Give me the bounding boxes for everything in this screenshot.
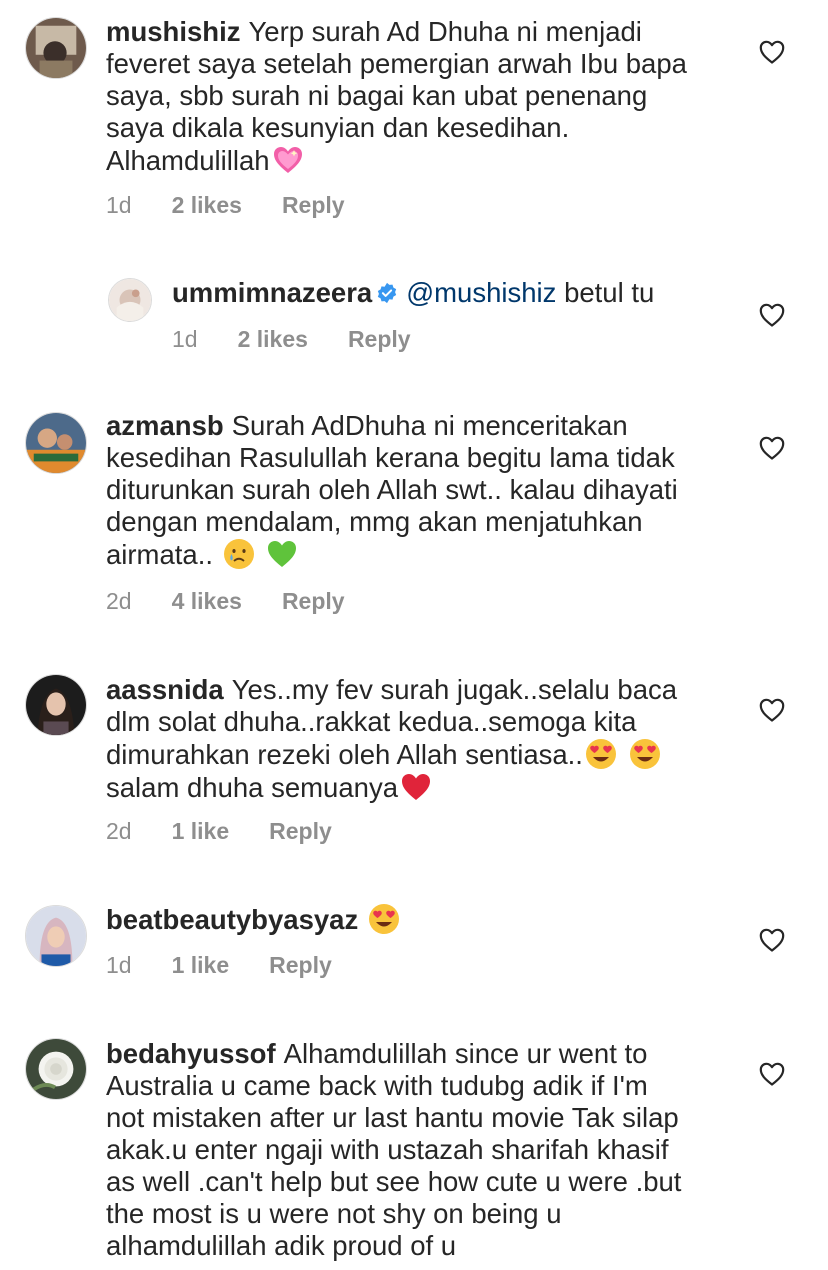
likes-count[interactable]: 1 like <box>172 952 230 979</box>
heart-eyes-emoji <box>585 738 617 770</box>
comment-time[interactable]: 2d <box>106 588 132 615</box>
comment-body: bedahyussof Alhamdulillah since ur went t… <box>106 1038 736 1262</box>
comment-body: azmansb Surah AdDhuha ni menceritakan kes… <box>106 410 736 571</box>
like-heart-icon[interactable] <box>759 1062 785 1086</box>
like-heart-icon[interactable] <box>759 928 785 952</box>
comment-text: betul tu <box>564 277 655 308</box>
avatar[interactable] <box>25 1038 87 1100</box>
comment-body: ummimnazeera @mushishiz betul tu <box>172 277 732 309</box>
avatar[interactable] <box>25 905 87 967</box>
crying-face-emoji <box>223 538 255 570</box>
comment-username[interactable]: ummimnazeera <box>172 277 372 308</box>
comment-meta: 2d 4 likes Reply <box>106 588 345 615</box>
reply-button[interactable]: Reply <box>348 326 411 353</box>
comment-username[interactable]: azmansb <box>106 410 224 441</box>
comment-text: Alhamdulillah since ur went to Australia… <box>106 1038 682 1261</box>
comment-username[interactable]: mushishiz <box>106 16 240 47</box>
avatar[interactable] <box>25 674 87 736</box>
comment-time[interactable]: 1d <box>106 192 132 219</box>
comment-time[interactable]: 2d <box>106 818 132 845</box>
comment-username[interactable]: bedahyussof <box>106 1038 276 1069</box>
red-heart-emoji <box>400 771 432 803</box>
likes-count[interactable]: 4 likes <box>172 588 242 615</box>
reply-button[interactable]: Reply <box>269 818 332 845</box>
heart-eyes-emoji <box>629 738 661 770</box>
likes-count[interactable]: 1 like <box>172 818 230 845</box>
comment-body: beatbeautybyasyaz <box>106 903 736 936</box>
sparkling-heart-emoji <box>272 144 304 176</box>
like-heart-icon[interactable] <box>759 698 785 722</box>
like-heart-icon[interactable] <box>759 40 785 64</box>
comment-username[interactable]: aassnida <box>106 674 224 705</box>
green-heart-emoji <box>266 538 298 570</box>
verified-badge-icon <box>376 282 398 304</box>
comment-meta: 2d 1 like Reply <box>106 818 332 845</box>
comment-username[interactable]: beatbeautybyasyaz <box>106 904 358 935</box>
reply-button[interactable]: Reply <box>282 192 345 219</box>
comment-body: aassnida Yes..my fev surah jugak..selalu … <box>106 674 736 804</box>
comment-meta: 1d 2 likes Reply <box>172 326 411 353</box>
likes-count[interactable]: 2 likes <box>172 192 242 219</box>
reply-button[interactable]: Reply <box>269 952 332 979</box>
comment-meta: 1d 1 like Reply <box>106 952 332 979</box>
heart-eyes-emoji <box>368 903 400 935</box>
avatar[interactable] <box>25 17 87 79</box>
avatar[interactable] <box>25 412 87 474</box>
comment-time[interactable]: 1d <box>172 326 198 353</box>
reply-button[interactable]: Reply <box>282 588 345 615</box>
mention-link[interactable]: @mushishiz <box>406 277 556 308</box>
likes-count[interactable]: 2 likes <box>238 326 308 353</box>
comment-text-line: salam dhuha semuanya <box>106 772 398 803</box>
like-heart-icon[interactable] <box>759 303 785 327</box>
comment-body: mushishiz Yerp surah Ad Dhuha ni menjadi … <box>106 16 736 177</box>
comment-time[interactable]: 1d <box>106 952 132 979</box>
comment-meta: 1d 2 likes Reply <box>106 192 345 219</box>
avatar[interactable] <box>108 278 152 322</box>
like-heart-icon[interactable] <box>759 436 785 460</box>
